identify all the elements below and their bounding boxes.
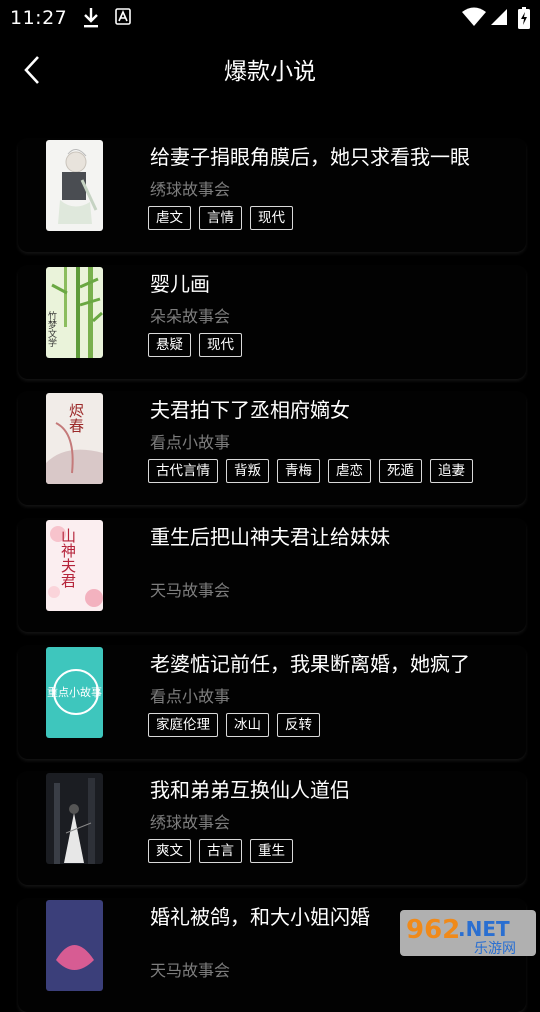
book-cover xyxy=(46,900,103,991)
book-card[interactable]: 重点小故事 老婆惦记前任，我果断离婚，她疯了 看点小故事 家庭伦理 冰山 反转 xyxy=(18,645,526,759)
watermark-suffix: .NET xyxy=(458,917,510,941)
book-cover xyxy=(46,140,103,231)
book-tag: 反转 xyxy=(277,713,320,737)
book-title: 重生后把山神夫君让给妹妹 xyxy=(150,525,390,549)
cover-illustration: 重点小故事 xyxy=(46,647,103,738)
cover-text: 重点小故事 xyxy=(47,685,102,699)
book-tag: 古代言情 xyxy=(148,459,218,483)
book-author: 天马故事会 xyxy=(150,961,231,980)
book-tag: 冰山 xyxy=(226,713,269,737)
book-card[interactable]: 竹梦文学 婴儿画 朵朵故事会 悬疑 现代 xyxy=(18,265,526,379)
book-title: 夫君拍下了丞相府嫡女 xyxy=(150,398,350,422)
book-author: 看点小故事 xyxy=(150,687,231,706)
book-tag: 家庭伦理 xyxy=(148,713,218,737)
book-title: 给妻子捐眼角膜后，她只求看我一眼 xyxy=(150,145,470,169)
cover-illustration xyxy=(46,773,103,864)
book-tag: 背叛 xyxy=(226,459,269,483)
book-tag: 虐文 xyxy=(148,206,191,230)
cover-illustration: 山神夫君 xyxy=(46,520,103,611)
book-tag: 重生 xyxy=(250,839,293,863)
cover-illustration xyxy=(46,900,103,991)
book-cover: 竹梦文学 xyxy=(46,267,103,358)
tag-list: 虐文 言情 现代 xyxy=(148,206,293,230)
book-title: 我和弟弟互换仙人道侣 xyxy=(150,778,350,802)
top-app-bar: 爆款小说 xyxy=(0,36,540,102)
book-tag: 现代 xyxy=(250,206,293,230)
tag-list: 家庭伦理 冰山 反转 xyxy=(148,713,320,737)
book-tag: 死遁 xyxy=(379,459,422,483)
cover-illustration: 竹梦文学 xyxy=(46,267,103,358)
cover-text: 烬春 xyxy=(67,403,85,433)
book-tag: 现代 xyxy=(199,333,242,357)
book-tag: 古言 xyxy=(199,839,242,863)
book-tag: 言情 xyxy=(199,206,242,230)
book-author: 天马故事会 xyxy=(150,581,231,600)
cellular-signal-icon xyxy=(491,9,507,25)
watermark-main: 962 xyxy=(406,915,460,945)
watermark-logo: 962 .NET 乐游网 xyxy=(400,908,536,958)
book-cover: 烬春 xyxy=(46,393,103,484)
book-card[interactable]: 我和弟弟互换仙人道侣 绣球故事会 爽文 古言 重生 xyxy=(18,771,526,885)
book-card[interactable]: 山神夫君 重生后把山神夫君让给妹妹 天马故事会 xyxy=(18,518,526,632)
book-cover xyxy=(46,773,103,864)
watermark-sub: 乐游网 xyxy=(474,941,516,957)
cover-text: 山神夫君 xyxy=(59,528,77,588)
book-tag: 爽文 xyxy=(148,839,191,863)
book-author: 绣球故事会 xyxy=(150,813,231,832)
keyboard-a-icon xyxy=(115,8,131,25)
book-title: 老婆惦记前任，我果断离婚，她疯了 xyxy=(150,652,470,676)
tag-list: 悬疑 现代 xyxy=(148,333,242,357)
book-tag: 青梅 xyxy=(277,459,320,483)
cover-illustration: 烬春 xyxy=(46,393,103,484)
book-title: 婚礼被鸽，和大小姐闪婚 xyxy=(150,905,370,929)
book-tag: 悬疑 xyxy=(148,333,191,357)
page-title: 爆款小说 xyxy=(224,59,316,85)
book-card[interactable]: 烬春 夫君拍下了丞相府嫡女 看点小故事 古代言情 背叛 青梅 虐恋 死遁 追妻 xyxy=(18,391,526,505)
book-title: 婴儿画 xyxy=(150,272,210,296)
cover-text: 竹梦文学 xyxy=(46,310,57,347)
book-author: 看点小故事 xyxy=(150,433,231,452)
book-cover: 山神夫君 xyxy=(46,520,103,611)
book-author: 朵朵故事会 xyxy=(150,307,231,326)
book-card[interactable]: 给妻子捐眼角膜后，她只求看我一眼 绣球故事会 虐文 言情 现代 xyxy=(18,138,526,252)
book-tag: 追妻 xyxy=(430,459,473,483)
book-tag: 虐恋 xyxy=(328,459,371,483)
cover-illustration xyxy=(46,140,103,231)
book-cover: 重点小故事 xyxy=(46,647,103,738)
battery-icon xyxy=(518,7,530,29)
tag-list: 爽文 古言 重生 xyxy=(148,839,293,863)
book-author: 绣球故事会 xyxy=(150,180,231,199)
tag-list: 古代言情 背叛 青梅 虐恋 死遁 追妻 xyxy=(148,459,473,483)
status-time: 11:27 xyxy=(10,7,68,29)
wifi-icon xyxy=(462,7,486,26)
status-bar: 11:27 xyxy=(0,0,540,36)
download-icon xyxy=(84,8,98,28)
